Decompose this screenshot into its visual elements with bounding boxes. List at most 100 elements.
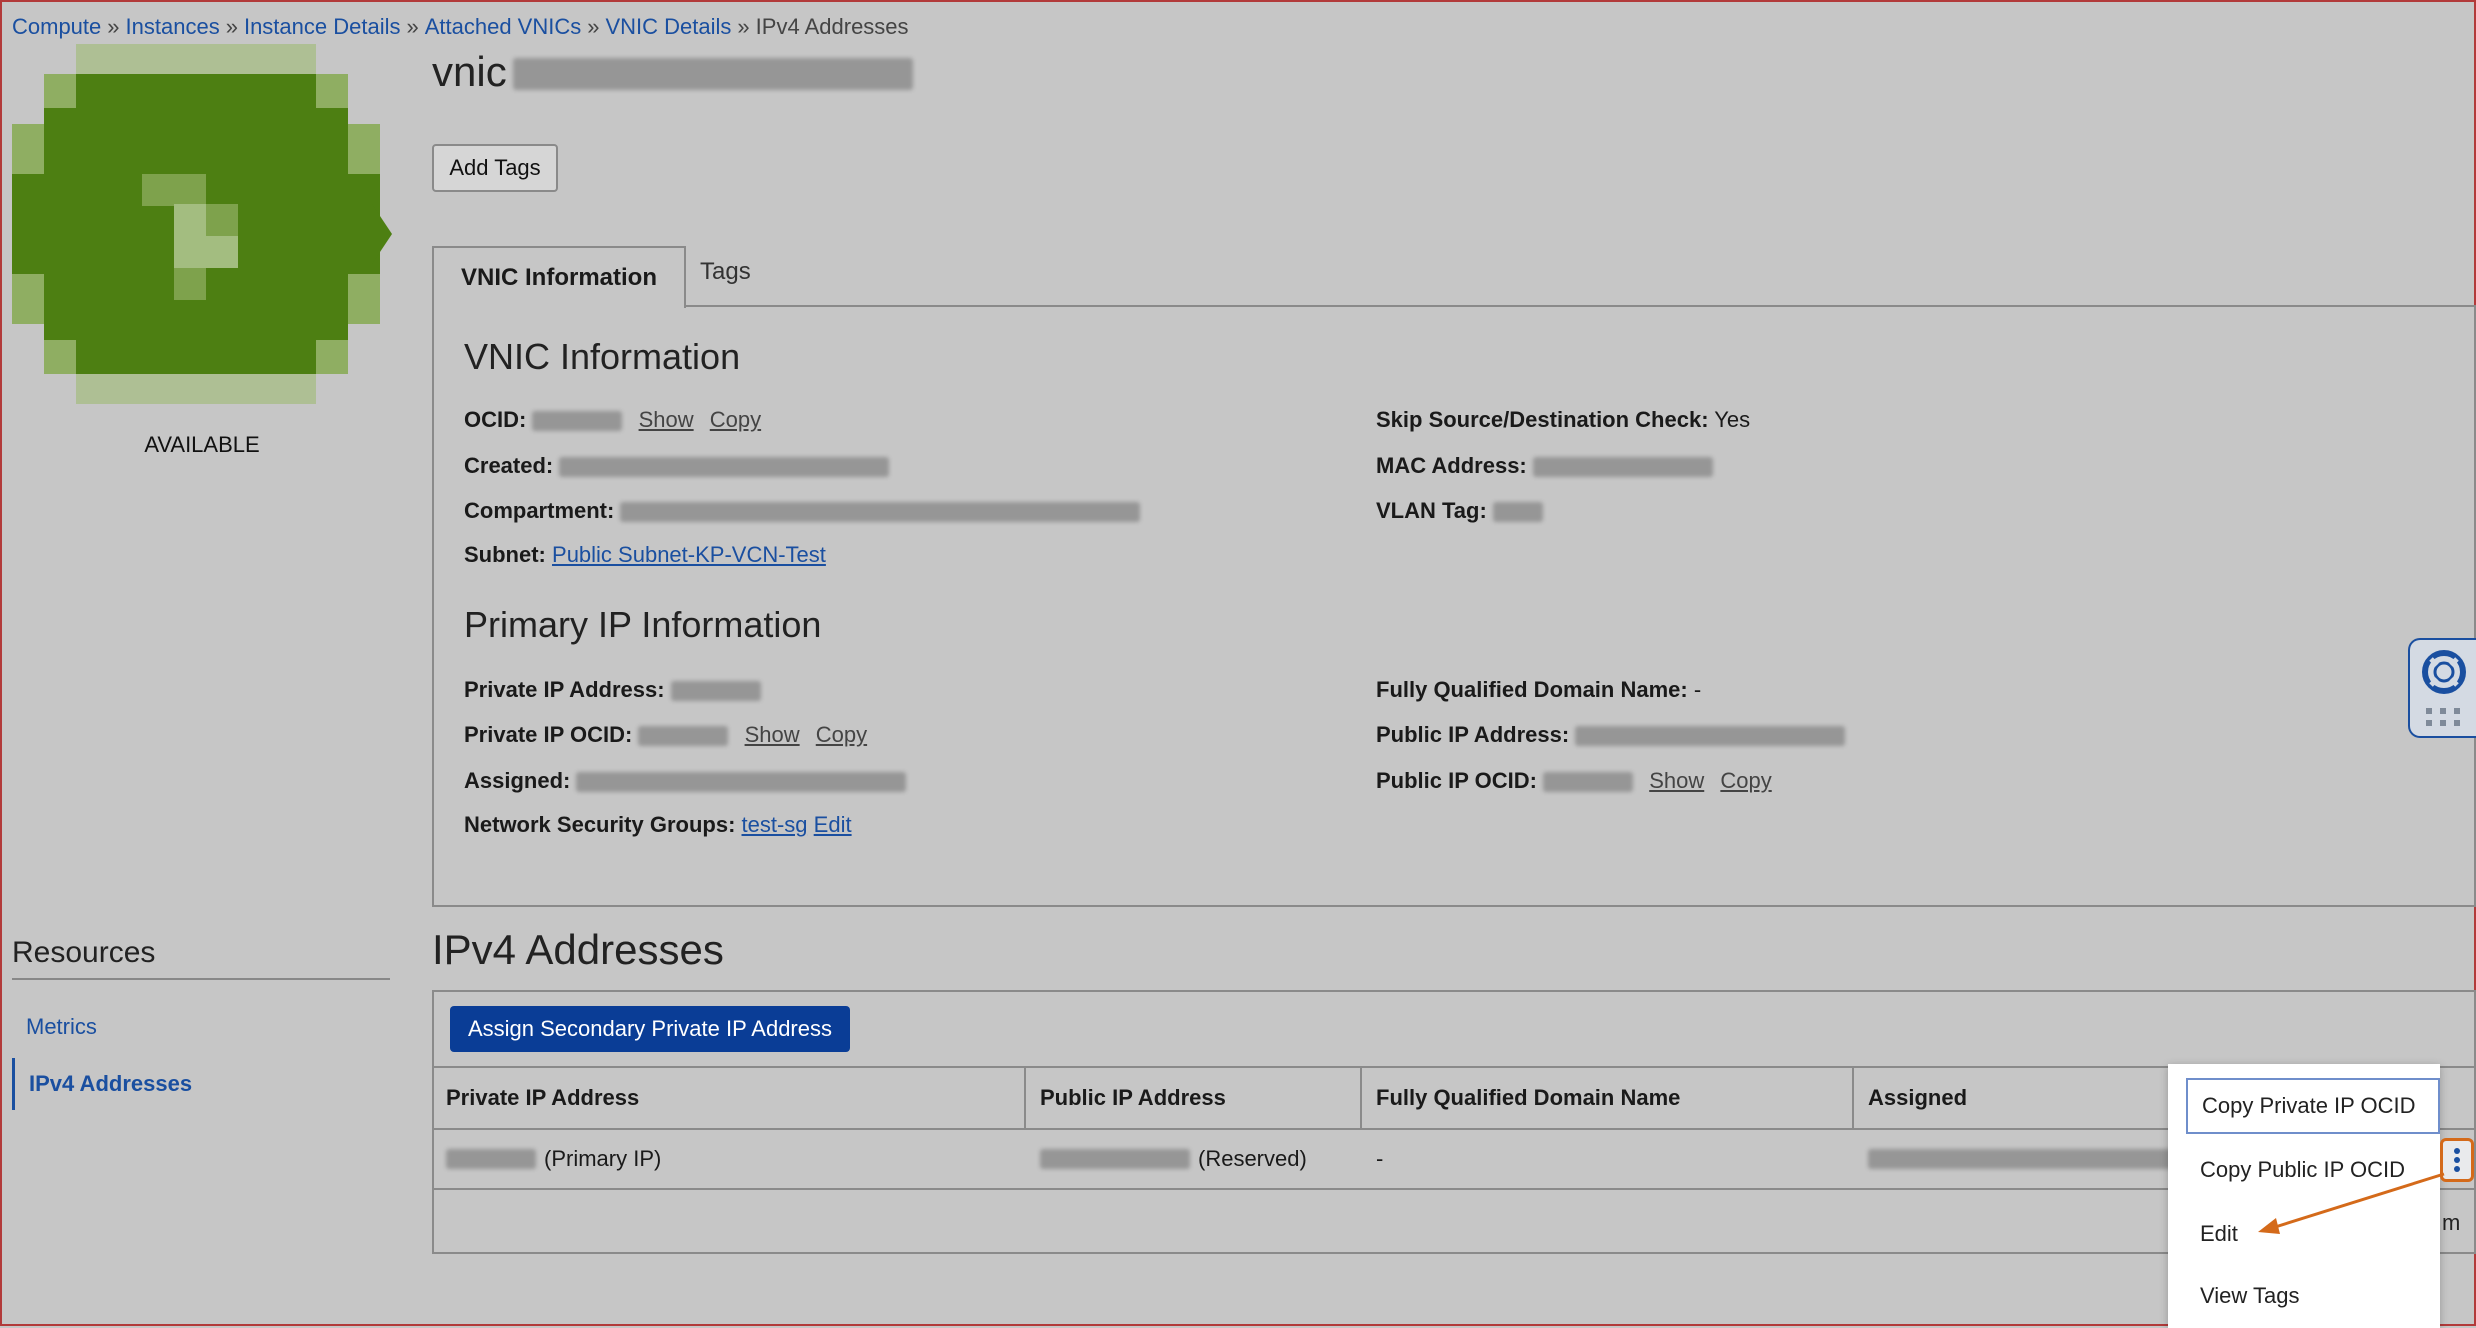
assigned-field: Assigned: — [464, 768, 907, 794]
redacted-value — [1492, 502, 1543, 523]
menu-item-copy-private-ip-ocid[interactable]: Copy Private IP OCID — [2186, 1078, 2440, 1134]
kebab-icon — [2454, 1148, 2460, 1172]
private-ocid-copy-link[interactable]: Copy — [816, 722, 867, 747]
breadcrumb-attached-vnics[interactable]: Attached VNICs — [425, 14, 582, 39]
breadcrumb-current: IPv4 Addresses — [755, 14, 909, 39]
cell-public-ip: (Reserved) — [1026, 1130, 1360, 1188]
breadcrumb-separator: » — [107, 14, 120, 39]
assigned-label: Assigned: — [464, 768, 571, 793]
row-actions-menu: Copy Private IP OCID Copy Public IP OCID… — [2168, 1064, 2440, 1328]
resources-divider — [12, 978, 390, 980]
ipv4-addresses-heading: IPv4 Addresses — [432, 926, 724, 973]
menu-item-view-tags[interactable]: View Tags — [2186, 1268, 2299, 1324]
redacted-value — [1543, 772, 1634, 793]
redacted-value — [559, 457, 890, 478]
created-label: Created: — [464, 453, 554, 478]
private-ip-field: Private IP Address: — [464, 677, 761, 703]
ocid-label: OCID: — [464, 407, 527, 432]
public-ocid-show-link[interactable]: Show — [1649, 768, 1704, 793]
breadcrumb-separator: » — [225, 14, 238, 39]
redacted-value — [532, 411, 623, 432]
help-widget[interactable] — [2408, 638, 2476, 738]
skip-check-field: Skip Source/Destination Check: Yes — [1376, 407, 1750, 433]
redacted-value — [1040, 1149, 1190, 1169]
tab-vnic-information[interactable]: VNIC Information — [432, 246, 686, 308]
public-ip-field: Public IP Address: — [1376, 722, 1846, 748]
breadcrumb-separator: » — [737, 14, 750, 39]
partial-text: m — [2442, 1210, 2461, 1235]
vlan-tag-field: VLAN Tag: — [1376, 498, 1543, 524]
public-ip-label: Public IP Address: — [1376, 722, 1570, 747]
column-header-public-ip[interactable]: Public IP Address — [1026, 1068, 1360, 1128]
public-ocid-copy-link[interactable]: Copy — [1720, 768, 1771, 793]
redacted-value — [620, 502, 1141, 523]
redacted-value — [1868, 1149, 2188, 1169]
redacted-value — [670, 681, 761, 702]
primary-ip-tag: (Primary IP) — [544, 1146, 662, 1171]
reserved-tag: (Reserved) — [1198, 1146, 1307, 1171]
lifebuoy-icon — [2422, 650, 2466, 694]
fqdn-field: Fully Qualified Domain Name: - — [1376, 677, 1701, 703]
breadcrumb: Compute» Instances» Instance Details» Attac… — [12, 14, 909, 40]
fqdn-value: - — [1693, 677, 1702, 702]
primary-ip-heading: Primary IP Information — [464, 604, 822, 645]
subnet-link[interactable]: Public Subnet-KP-VCN-Test — [552, 542, 826, 567]
private-ocid-show-link[interactable]: Show — [745, 722, 800, 747]
nsg-link[interactable]: test-sg — [742, 812, 808, 837]
redacted-value — [446, 1149, 536, 1169]
breadcrumb-compute[interactable]: Compute — [12, 14, 101, 39]
private-ip-label: Private IP Address: — [464, 677, 665, 702]
compartment-label: Compartment: — [464, 498, 615, 523]
compartment-field: Compartment: — [464, 498, 1141, 524]
breadcrumb-separator: » — [406, 14, 419, 39]
page-title: vnic — [432, 48, 913, 96]
breadcrumb-instances[interactable]: Instances — [126, 14, 220, 39]
breadcrumb-separator: » — [587, 14, 600, 39]
ocid-copy-link[interactable]: Copy — [710, 407, 761, 432]
mac-address-label: MAC Address: — [1376, 453, 1527, 478]
subnet-field: Subnet: Public Subnet-KP-VCN-Test — [464, 542, 826, 568]
nsg-label: Network Security Groups: — [464, 812, 736, 837]
tab-tags[interactable]: Tags — [700, 258, 751, 286]
created-field: Created: — [464, 453, 890, 479]
breadcrumb-vnic-details[interactable]: VNIC Details — [606, 14, 732, 39]
resource-ipv4-addresses-link[interactable]: IPv4 Addresses — [12, 1058, 192, 1110]
nsg-field: Network Security Groups: test-sg Edit — [464, 812, 852, 838]
resource-metrics-link[interactable]: Metrics — [12, 1014, 97, 1040]
ocid-field: OCID: Show Copy — [464, 407, 761, 433]
assign-secondary-ip-button[interactable]: Assign Secondary Private IP Address — [450, 1006, 850, 1052]
redacted-value — [638, 726, 729, 747]
column-header-assigned[interactable]: Assigned — [1854, 1068, 2154, 1128]
cell-private-ip: (Primary IP) — [432, 1130, 1024, 1188]
nsg-edit-link[interactable]: Edit — [814, 812, 852, 837]
page-title-text: vnic — [432, 48, 507, 95]
grid-dots-icon — [2426, 708, 2460, 726]
skip-check-label: Skip Source/Destination Check: — [1376, 407, 1709, 432]
status-label: AVAILABLE — [144, 432, 260, 457]
public-ip-ocid-label: Public IP OCID: — [1376, 768, 1537, 793]
skip-check-value: Yes — [1714, 407, 1751, 432]
ocid-show-link[interactable]: Show — [639, 407, 694, 432]
subnet-label: Subnet: — [464, 542, 546, 567]
column-header-private-ip[interactable]: Private IP Address — [432, 1068, 1024, 1128]
vlan-tag-label: VLAN Tag: — [1376, 498, 1487, 523]
private-ip-ocid-field: Private IP OCID: Show Copy — [464, 722, 867, 748]
cell-fqdn: - — [1376, 1146, 1384, 1171]
public-ip-ocid-field: Public IP OCID: Show Copy — [1376, 768, 1772, 794]
vnic-information-heading: VNIC Information — [464, 336, 741, 377]
redacted-value — [1575, 726, 1846, 747]
menu-item-copy-public-ip-ocid[interactable]: Copy Public IP OCID — [2186, 1142, 2405, 1198]
mac-address-field: MAC Address: — [1376, 453, 1713, 479]
vnic-status-icon — [12, 44, 392, 404]
menu-item-edit[interactable]: Edit — [2186, 1206, 2238, 1262]
redacted-value — [512, 58, 913, 90]
add-tags-button[interactable]: Add Tags — [432, 144, 558, 192]
cell-assigned — [1854, 1130, 2194, 1188]
row-actions-kebab-button[interactable] — [2440, 1138, 2474, 1182]
breadcrumb-instance-details[interactable]: Instance Details — [244, 14, 401, 39]
private-ip-ocid-label: Private IP OCID: — [464, 722, 633, 747]
column-header-fqdn[interactable]: Fully Qualified Domain Name — [1362, 1068, 1852, 1128]
fqdn-label: Fully Qualified Domain Name: — [1376, 677, 1688, 702]
redacted-value — [1532, 457, 1713, 478]
resources-title: Resources — [12, 936, 156, 969]
